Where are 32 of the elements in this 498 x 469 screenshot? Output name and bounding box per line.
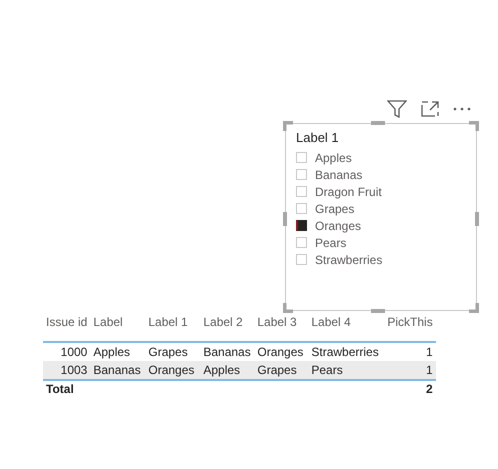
column-header[interactable]: Label 3 xyxy=(254,315,308,342)
filter-icon[interactable] xyxy=(387,100,407,118)
column-header[interactable]: Label 4 xyxy=(308,315,382,342)
table-cell: Pears xyxy=(308,361,382,380)
more-options-icon[interactable] xyxy=(453,107,471,111)
slicer-item-label[interactable]: Apples xyxy=(315,150,352,164)
resize-handle[interactable] xyxy=(371,121,385,125)
slicer-item-label[interactable]: Strawberries xyxy=(315,252,382,266)
table-cell: 1 xyxy=(382,361,436,380)
column-header[interactable]: PickThis xyxy=(382,315,436,342)
table-cell: Grapes xyxy=(254,361,308,380)
focus-mode-icon[interactable] xyxy=(421,101,439,117)
slicer-item-label[interactable]: Pears xyxy=(315,236,346,250)
table-cell: Bananas xyxy=(90,361,146,380)
total-label: Total xyxy=(43,380,90,397)
slicer-title: Label 1 xyxy=(296,130,339,145)
table-cell: 1003 xyxy=(43,361,90,380)
column-header[interactable]: Label 2 xyxy=(200,315,254,342)
table-cell: Apples xyxy=(200,361,254,380)
column-header[interactable]: Label xyxy=(90,315,146,342)
checkbox[interactable] xyxy=(296,220,307,231)
slicer-item-label[interactable]: Oranges xyxy=(315,218,362,232)
resize-handle[interactable] xyxy=(371,309,385,313)
slicer-item-label[interactable]: Dragon Fruit xyxy=(315,184,382,198)
total-value: 2 xyxy=(382,380,436,397)
column-header[interactable]: Label 1 xyxy=(145,315,200,342)
resize-handle[interactable] xyxy=(475,212,479,226)
table-cell: Oranges xyxy=(145,361,200,380)
resize-handle[interactable] xyxy=(283,212,287,226)
slicer-item-label[interactable]: Grapes xyxy=(315,202,354,216)
slicer-item-label[interactable]: Bananas xyxy=(315,168,362,182)
column-header[interactable]: Issue id xyxy=(43,315,90,342)
